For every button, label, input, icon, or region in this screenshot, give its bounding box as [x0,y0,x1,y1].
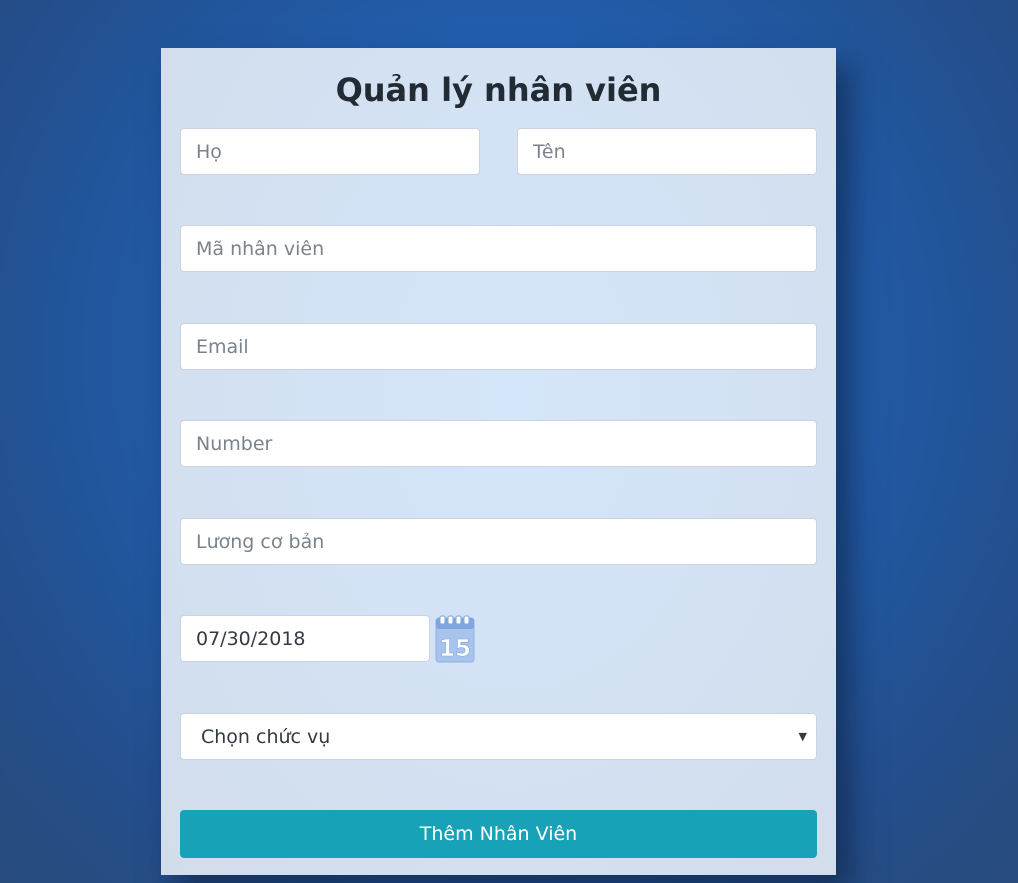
first-name-input[interactable] [517,128,817,175]
number-input[interactable] [180,420,817,467]
date-input[interactable] [180,615,430,662]
calendar-day-number: 15 [439,636,471,662]
position-select-value: Chọn chức vụ [201,726,331,748]
employee-form-card: Quản lý nhân viên 15 Chọn chức vụ ▼ Thêm… [161,48,836,875]
page-title: Quản lý nhân viên [335,71,662,109]
chevron-down-icon: ▼ [798,730,807,743]
position-select[interactable]: Chọn chức vụ ▼ [180,713,817,760]
base-salary-input[interactable] [180,518,817,565]
calendar-icon[interactable]: 15 [435,615,475,663]
employee-id-input[interactable] [180,225,817,272]
add-employee-button[interactable]: Thêm Nhân Viên [180,810,817,858]
email-input[interactable] [180,323,817,370]
last-name-input[interactable] [180,128,480,175]
